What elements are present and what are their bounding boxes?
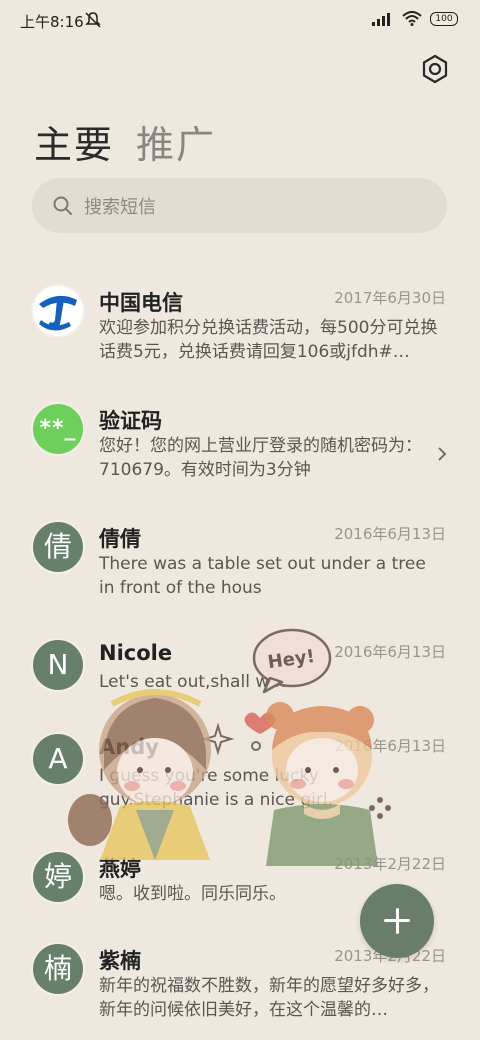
- message-preview: There was a table set out under a tree i…: [99, 554, 426, 598]
- new-message-button[interactable]: [360, 884, 434, 958]
- chevron-right-icon[interactable]: [436, 446, 448, 462]
- avatar: 婷: [31, 850, 85, 904]
- message-date: 2016年6月13日: [334, 737, 446, 755]
- message-item[interactable]: 倩 倩倩 2016年6月13日 There was a table set ou…: [0, 504, 480, 614]
- sender-name: 紫楠: [99, 949, 141, 973]
- avatar: 倩: [31, 520, 85, 574]
- mute-icon: [85, 12, 101, 28]
- message-item[interactable]: **_ 验证码 您好！您的网上营业厅登录的随机密码为：710679。有效时间为3…: [0, 386, 480, 496]
- message-preview: 您好！您的网上营业厅登录的随机密码为：710679。有效时间为3分钟: [99, 436, 422, 480]
- settings-icon[interactable]: [420, 54, 450, 84]
- search-placeholder: 搜索短信: [84, 196, 156, 218]
- message-preview: Let's eat out,shall we?: [99, 672, 289, 692]
- signal-icon: [372, 12, 390, 26]
- status-icons: 100: [372, 11, 458, 26]
- tab-bar: 主要 推广: [34, 114, 216, 169]
- battery-icon: 100: [430, 11, 458, 26]
- avatar: **_: [31, 402, 85, 456]
- sender-name: 中国电信: [99, 291, 183, 315]
- sender-name: 燕婷: [99, 857, 141, 881]
- message-date: 2013年2月22日: [334, 855, 446, 873]
- message-date: 2016年6月13日: [334, 643, 446, 661]
- tab-primary[interactable]: 主要: [34, 114, 114, 169]
- search-icon: [53, 196, 72, 215]
- message-item[interactable]: 中国电信 2017年6月30日 欢迎参加积分兑换话费活动，每500分可兑换话费5…: [0, 268, 480, 378]
- sender-name: 倩倩: [99, 527, 141, 551]
- message-preview: I guess you're some lucky guy.Stephanie …: [99, 766, 334, 810]
- status-bar: 上午8:16 100: [0, 0, 480, 42]
- wifi-icon: [402, 11, 422, 26]
- message-preview: 新年的祝福数不胜数，新年的愿望好多好多，新年的问候依旧美好，在这个温馨的…: [99, 976, 439, 1020]
- search-bar[interactable]: 搜索短信: [32, 178, 447, 233]
- avatar: 楠: [31, 942, 85, 996]
- message-preview: 欢迎参加积分兑换话费活动，每500分可兑换话费5元，兑换话费请回复106或jfd…: [99, 318, 438, 362]
- message-date: 2017年6月30日: [334, 289, 446, 307]
- avatar: A: [31, 732, 85, 786]
- message-item[interactable]: A Andy 2016年6月13日 I guess you're some lu…: [0, 716, 480, 826]
- sender-name: Nicole: [99, 641, 173, 665]
- plus-icon-vertical: [395, 908, 399, 934]
- sender-name: 验证码: [99, 409, 162, 433]
- telecom-logo-icon: [33, 286, 83, 336]
- tab-promotions[interactable]: 推广: [136, 114, 216, 169]
- avatar: N: [31, 638, 85, 692]
- telecom-logo-avatar: [31, 284, 85, 338]
- sender-name: Andy: [99, 735, 159, 759]
- status-time: 上午8:16: [20, 13, 84, 31]
- message-date: 2016年6月13日: [334, 525, 446, 543]
